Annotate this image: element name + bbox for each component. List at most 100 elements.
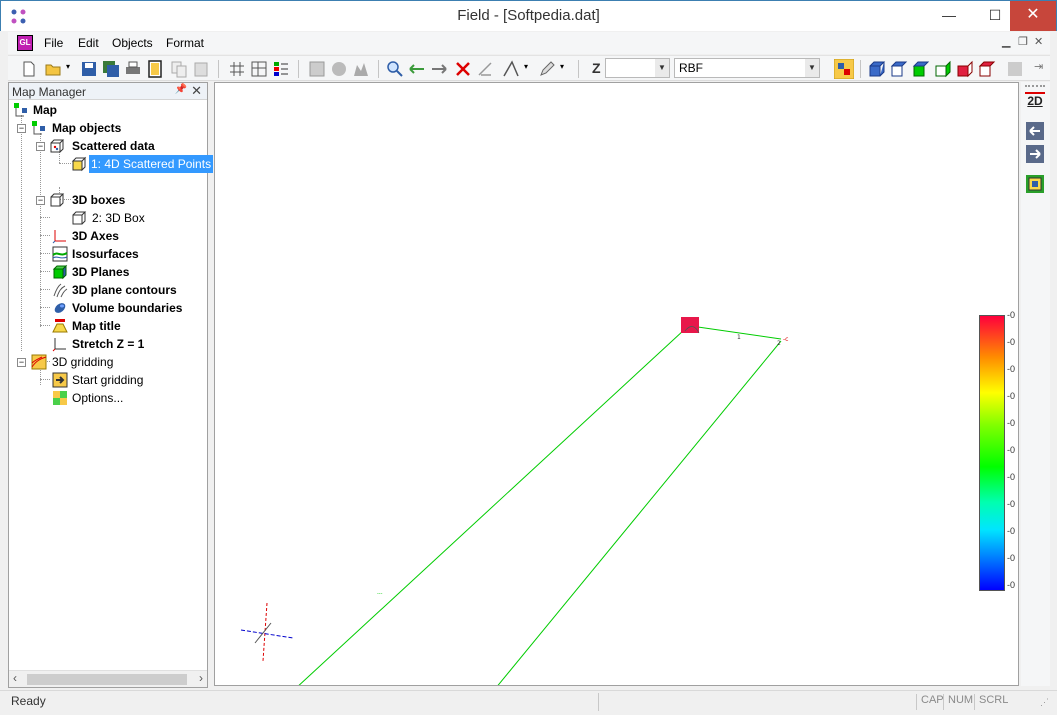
method-combo[interactable]: RBF ▼	[674, 58, 820, 78]
pin-icon[interactable]: 📌	[175, 84, 187, 95]
map-manager-panel: Map Manager 📌 ✕ Map − Map objects − Scat…	[8, 82, 214, 688]
map-canvas[interactable]: 1 2 -c --- -0 -0 -0 -0 -0 -0 -0 -0 -0 -0…	[214, 82, 1019, 686]
tree-label-3d-axes: 3D Axes	[72, 229, 119, 243]
maximize-button[interactable]: ☐	[980, 1, 1010, 31]
document-icon[interactable]: GL	[17, 35, 33, 51]
tree-label-map-objects: Map objects	[52, 121, 122, 135]
save-all-icon[interactable]	[102, 60, 120, 78]
color-scale-tick: -0	[1007, 553, 1016, 563]
fit-view-icon[interactable]	[1026, 175, 1044, 193]
color-scale-tick: -0	[1007, 472, 1016, 482]
view-top-icon[interactable]	[890, 60, 908, 78]
scrollbar-thumb[interactable]	[27, 674, 187, 685]
print-icon[interactable]	[124, 60, 142, 78]
title-bar: Field - [Softpedia.dat] — ☐ ✕	[0, 0, 1057, 31]
arrow-right-icon[interactable]	[1026, 145, 1044, 163]
arrow-left-icon[interactable]	[408, 60, 426, 78]
save-icon[interactable]	[80, 60, 98, 78]
3d-scene[interactable]: 1 2 -c ---	[215, 83, 1019, 686]
3d-box-icon	[50, 193, 65, 207]
open-folder-icon[interactable]	[44, 60, 62, 78]
svg-text:1: 1	[737, 334, 741, 341]
tree-label-scattered-data: Scattered data	[72, 139, 155, 153]
scroll-right-icon[interactable]: ›	[199, 671, 203, 685]
scattered-points-icon	[71, 156, 87, 172]
chevron-down-icon[interactable]: ▼	[655, 59, 669, 77]
surface-icon[interactable]	[352, 60, 370, 78]
view-red-icon[interactable]	[956, 60, 974, 78]
collapse-3d-gridding-icon[interactable]: −	[17, 358, 26, 367]
grid-icon[interactable]	[228, 60, 246, 78]
draw-line-icon[interactable]	[502, 60, 520, 78]
2d-view-button[interactable]: 2D	[1025, 92, 1045, 110]
map-icon	[14, 103, 27, 117]
view-front-icon[interactable]	[868, 60, 886, 78]
mdi-restore-button[interactable]: ❐	[1018, 35, 1028, 48]
gridding-icon	[31, 354, 47, 370]
close-button[interactable]: ✕	[1010, 1, 1056, 31]
menu-edit[interactable]: Edit	[78, 36, 99, 50]
color-scale-tick: -0	[1007, 526, 1016, 536]
scattered-point-marker[interactable]	[681, 317, 699, 333]
options-icon	[53, 391, 67, 405]
map-tree: Map − Map objects − Scattered data 1: 4D…	[9, 101, 214, 671]
menu-file[interactable]: File	[44, 36, 63, 50]
legend-icon[interactable]	[272, 60, 290, 78]
volume-boundaries-icon	[54, 303, 66, 313]
copy-icon[interactable]	[170, 60, 188, 78]
panel-horizontal-scrollbar[interactable]: ‹ ›	[9, 670, 207, 687]
stretch-icon	[52, 338, 66, 352]
mdi-minimize-button[interactable]: ▁	[1002, 35, 1010, 48]
menu-objects[interactable]: Objects	[112, 36, 153, 50]
disabled-tool-icon[interactable]	[1006, 60, 1024, 78]
planes-icon	[52, 264, 68, 280]
method-combo-text: RBF	[679, 61, 703, 75]
tree-label-3d-planes: 3D Planes	[72, 265, 130, 279]
axes-icon	[52, 230, 66, 244]
color-scale-tick: -0	[1007, 364, 1016, 374]
toolbar-overflow-icon[interactable]: ⇥	[1034, 60, 1043, 73]
panel-close-icon[interactable]: ✕	[191, 83, 202, 99]
frame-icon[interactable]	[308, 60, 326, 78]
contours-icon	[53, 283, 68, 298]
draw-dropdown-icon[interactable]: ▾	[524, 62, 528, 71]
arrow-left-icon[interactable]	[1026, 122, 1044, 140]
grid-lines-icon[interactable]	[250, 60, 268, 78]
new-file-icon[interactable]	[20, 60, 38, 78]
color-scale-tick: -0	[1007, 310, 1016, 320]
zoom-icon[interactable]	[386, 60, 404, 78]
view-side-icon[interactable]	[934, 60, 952, 78]
z-value-combo[interactable]: ▼	[605, 58, 670, 78]
collapse-3d-boxes-icon[interactable]: −	[36, 196, 45, 205]
3d-box-wireframe	[298, 324, 782, 685]
color-scale-tick: -0	[1007, 499, 1016, 509]
color-scale-tick: -0	[1007, 337, 1016, 347]
3d-box-icon	[72, 211, 87, 225]
toolbar-separator	[860, 60, 861, 78]
mdi-close-button[interactable]: ✕	[1034, 35, 1043, 48]
open-dropdown-icon[interactable]: ▾	[66, 62, 70, 71]
svg-text:---: ---	[377, 591, 383, 597]
minimize-button[interactable]: —	[934, 1, 964, 31]
3d-view-icon[interactable]	[330, 60, 348, 78]
collapse-map-objects-icon[interactable]: −	[17, 124, 26, 133]
page-setup-icon[interactable]	[146, 60, 164, 78]
scroll-left-icon[interactable]: ‹	[13, 671, 17, 685]
isosurface-icon	[52, 246, 68, 262]
status-divider	[598, 693, 599, 711]
menu-format[interactable]: Format	[166, 36, 204, 50]
delete-icon[interactable]	[454, 60, 472, 78]
view-green-icon[interactable]	[912, 60, 930, 78]
axes-gizmo	[240, 602, 294, 662]
measure-icon[interactable]	[476, 60, 494, 78]
menu-bar: GL File Edit Objects Format ▁ ❐ ✕	[8, 32, 1050, 54]
paste-icon[interactable]	[192, 60, 210, 78]
layers-active-icon[interactable]	[834, 59, 854, 79]
pencil-icon[interactable]	[538, 60, 556, 78]
resize-grip-icon[interactable]: ⋰	[1040, 697, 1049, 708]
view-iso-icon[interactable]	[978, 60, 996, 78]
collapse-scattered-data-icon[interactable]: −	[36, 142, 45, 151]
pencil-dropdown-icon[interactable]: ▾	[560, 62, 564, 71]
chevron-down-icon[interactable]: ▼	[805, 59, 819, 77]
arrow-right-icon[interactable]	[430, 60, 448, 78]
